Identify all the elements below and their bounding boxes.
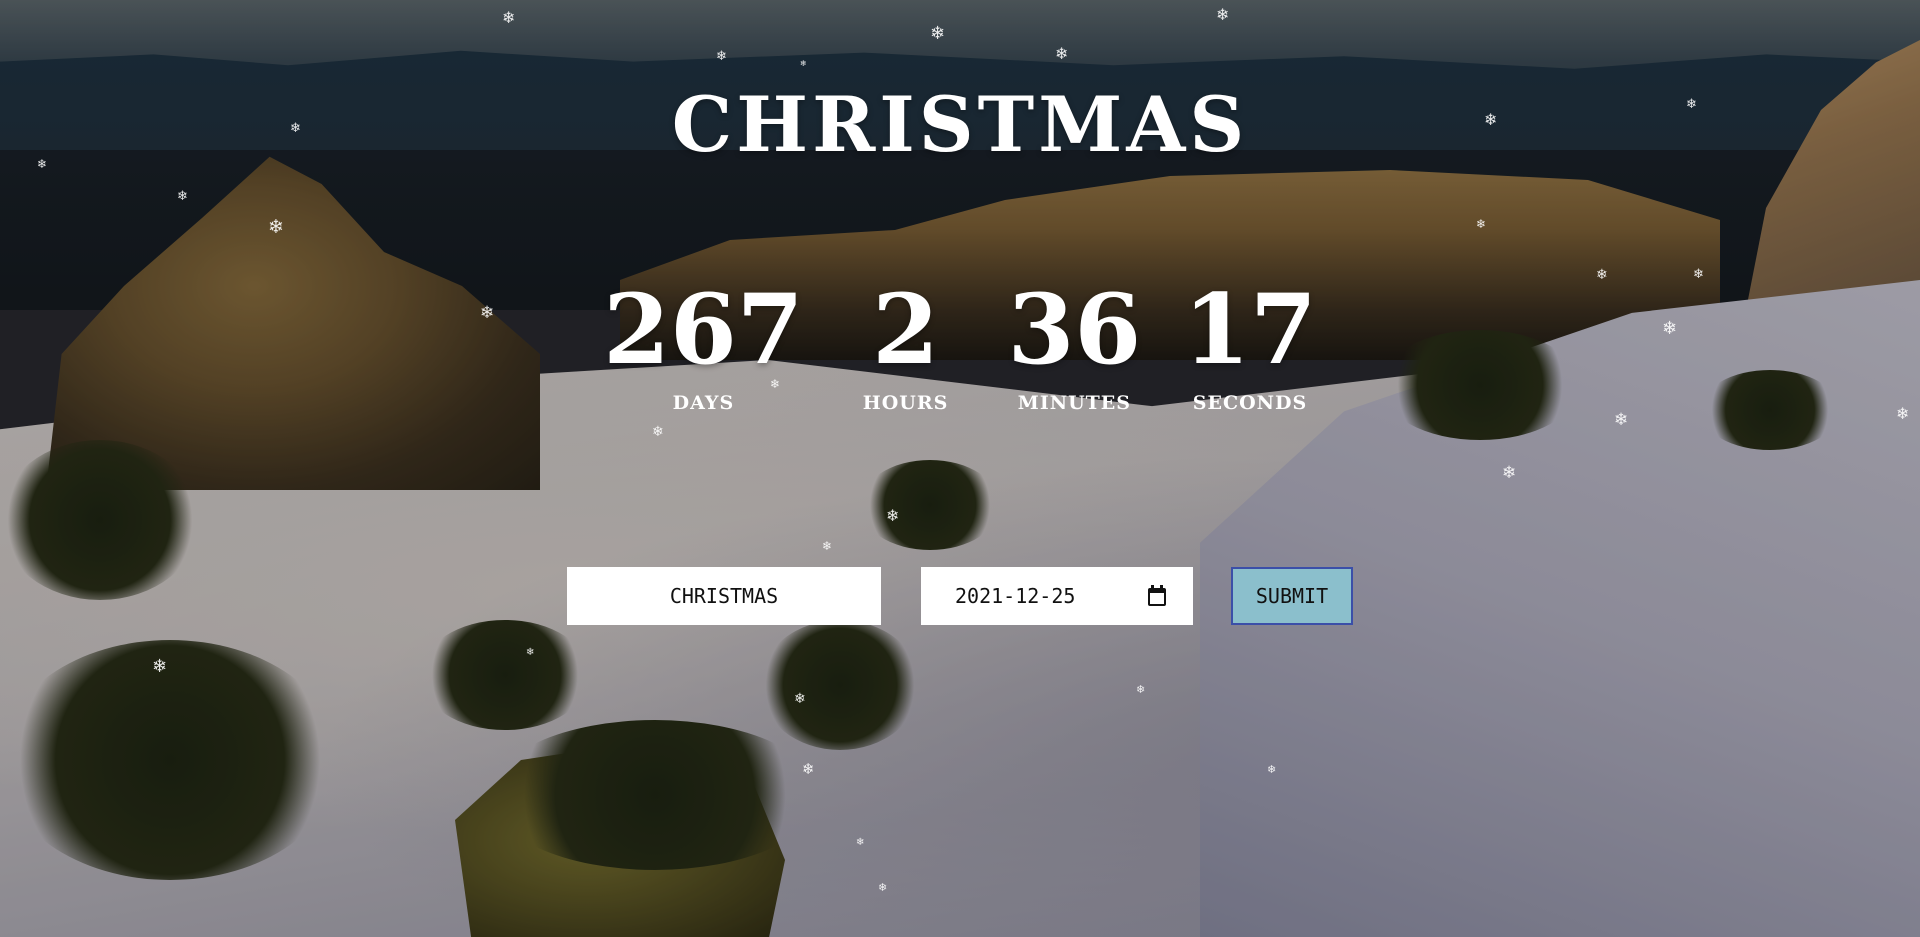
event-date-value: 2021-12-25 [955,584,1076,608]
snowflake-icon: ❄ [1502,463,1517,483]
seconds-value: 17 [1183,273,1317,386]
snowflake-icon: ❄ [1055,44,1069,63]
snowflake-icon: ❄ [1693,267,1704,282]
snowflake-icon: ❄ [1216,5,1230,24]
event-date-input[interactable]: 2021-12-25 [921,567,1193,625]
minutes-value: 36 [1007,273,1142,386]
days-label: DAYS [672,392,735,414]
countdown-days: 267 DAYS [603,273,804,415]
snowflake-icon: ❄ [794,691,806,707]
days-value: 267 [603,273,804,386]
snowflake-icon: ❄ [1596,267,1608,283]
snowflake-icon: ❄ [856,837,865,848]
countdown-seconds: 17 SECONDS [1183,273,1317,415]
snowflake-icon: ❄ [502,8,516,27]
snowflake-icon: ❄ [1476,217,1487,231]
countdown-minutes: 36 MINUTES [1007,273,1142,415]
snowflake-icon: ❄ [822,539,833,553]
page-title: CHRISTMAS [671,80,1249,169]
snowflake-icon: ❄ [1136,683,1146,696]
snowflake-icon: ❄ [526,647,535,658]
submit-button[interactable]: SUBMIT [1231,567,1353,625]
seconds-label: SECONDS [1192,392,1308,414]
snowflake-icon: ❄ [800,59,807,68]
snowflake-icon: ❄ [878,881,888,894]
hours-label: HOURS [862,392,949,414]
snowflake-icon: ❄ [1267,763,1277,776]
snowflake-icon: ❄ [152,656,168,677]
event-name-value: CHRISTMAS [669,584,779,608]
minutes-label: MINUTES [1017,392,1131,414]
snowflake-icon: ❄ [268,216,284,238]
snowflake-icon: ❄ [716,49,727,64]
countdown-page: ❄ ❄ ❄ ❄ ❄ ❄ ❄ ❄ ❄ ❄ ❄ ❄ ❄ ❄ ❄ ❄ ❄ ❄ ❄ ❄ … [0,0,1920,937]
snowflake-icon: ❄ [652,424,664,440]
hours-value: 2 [872,273,939,386]
snowflake-icon: ❄ [177,189,188,204]
calendar-icon[interactable] [1147,585,1167,607]
snowflake-icon: ❄ [1614,410,1629,430]
countdown-timer: 267 DAYS 2 HOURS 36 MINUTES 17 SECONDS [0,273,1920,415]
snowflake-icon: ❄ [886,506,900,525]
snowflake-icon: ❄ [802,760,815,778]
snowflake-icon: ❄ [930,23,946,44]
event-form: CHRISTMAS 2021-12-25 SUBMIT [0,567,1920,625]
event-name-input[interactable]: CHRISTMAS [567,567,881,625]
countdown-hours: 2 HOURS [846,273,966,415]
